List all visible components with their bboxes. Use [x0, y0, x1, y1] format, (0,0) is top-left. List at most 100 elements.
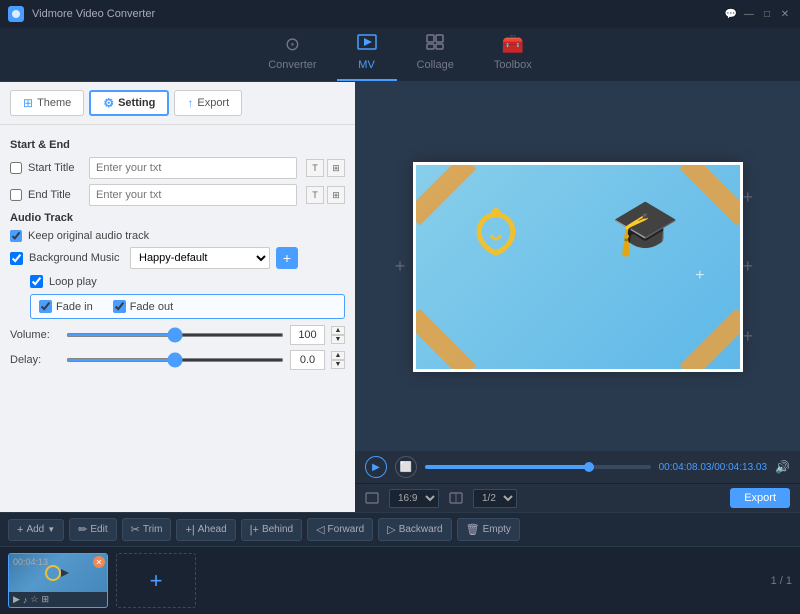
- add-top-button[interactable]: +: [743, 187, 768, 208]
- add-left-button[interactable]: +: [390, 257, 410, 277]
- volume-slider[interactable]: [66, 333, 284, 337]
- timeline-add-button[interactable]: +: [116, 553, 196, 608]
- export-button[interactable]: Export: [730, 488, 790, 508]
- end-title-text-format-icon[interactable]: T: [306, 186, 324, 204]
- start-title-checkbox[interactable]: [10, 162, 22, 174]
- tab-converter[interactable]: ⊙ Converter: [248, 26, 336, 81]
- forward-label: Forward: [328, 524, 365, 535]
- graduation-cap-icon: 🎓: [611, 195, 679, 260]
- sub-tab-setting[interactable]: ⚙ Setting: [89, 90, 169, 116]
- forward-button[interactable]: ◁ Forward: [307, 518, 373, 541]
- fade-in-row: Fade in: [39, 300, 93, 313]
- add-button[interactable]: + Add ▼: [8, 519, 64, 541]
- empty-button[interactable]: 🗑 Empty: [457, 518, 520, 541]
- forward-icon: ◁: [316, 523, 324, 536]
- sub-tabs: ⊞ Theme ⚙ Setting ↑ Export: [0, 82, 355, 125]
- start-title-settings-icon[interactable]: ⊞: [327, 159, 345, 177]
- add-bot-button[interactable]: +: [743, 326, 768, 347]
- tab-mv[interactable]: MV: [337, 26, 397, 81]
- fade-out-checkbox[interactable]: [113, 300, 126, 313]
- time-current: 00:04:08.03: [659, 462, 712, 473]
- volume-label: Volume:: [10, 329, 60, 341]
- resolution-icon: [449, 492, 463, 504]
- sub-tab-export[interactable]: ↑ Export: [174, 90, 242, 116]
- keep-original-checkbox[interactable]: [10, 230, 22, 242]
- tab-mv-label: MV: [358, 59, 375, 71]
- trim-button[interactable]: ✂ Trim: [122, 518, 172, 541]
- timeline-close-button[interactable]: ✕: [93, 556, 105, 568]
- delay-slider[interactable]: [66, 358, 284, 362]
- sub-tab-theme-label: Theme: [37, 97, 71, 109]
- volume-row: Volume: 100 ▲ ▼: [10, 325, 345, 345]
- end-title-checkbox[interactable]: [10, 189, 22, 201]
- timeline-item-1[interactable]: ✕ ▶ ♪ ☆ ⊞ 00:04:13: [8, 553, 108, 608]
- strip-top-right: [679, 165, 739, 225]
- bg-music-row: Background Music Happy-default +: [10, 247, 345, 269]
- progress-thumb: [584, 462, 594, 472]
- audio-track-section: Audio Track Keep original audio track Ba…: [10, 212, 345, 370]
- backward-button[interactable]: ▷ Backward: [378, 518, 451, 541]
- edit-button[interactable]: ✏ Edit: [69, 518, 116, 541]
- ahead-button[interactable]: +| Ahead: [176, 519, 235, 541]
- start-title-row: Start Title T ⊞: [10, 157, 345, 179]
- bg-music-checkbox[interactable]: [10, 252, 23, 265]
- fade-options-box: Fade in Fade out: [30, 294, 345, 319]
- tab-collage[interactable]: Collage: [397, 26, 474, 81]
- time-display: 00:04:08.03/00:04:13.03: [659, 462, 767, 473]
- add-label: Add: [26, 524, 44, 535]
- end-title-icons: T ⊞: [306, 186, 345, 204]
- delay-down-button[interactable]: ▼: [331, 360, 345, 369]
- close-button[interactable]: ✕: [778, 7, 792, 21]
- edit-icon: ✏: [78, 523, 87, 536]
- bg-music-label: Background Music: [29, 252, 124, 264]
- main-layout: ⊞ Theme ⚙ Setting ↑ Export Start & End S…: [0, 82, 800, 512]
- add-music-button[interactable]: +: [276, 247, 298, 269]
- end-title-settings-icon[interactable]: ⊞: [327, 186, 345, 204]
- behind-label: Behind: [262, 524, 293, 535]
- timeline-time: 00:04:13: [13, 557, 48, 567]
- end-title-input[interactable]: [89, 184, 297, 206]
- chat-icon[interactable]: 💬: [724, 7, 738, 21]
- volume-up-button[interactable]: ▲: [331, 326, 345, 335]
- tab-toolbox[interactable]: 🧰 Toolbox: [474, 26, 552, 81]
- empty-label: Empty: [483, 524, 511, 535]
- tab-collage-label: Collage: [417, 59, 454, 71]
- fade-out-row: Fade out: [113, 300, 173, 313]
- progress-fill: [425, 465, 594, 469]
- start-title-input[interactable]: [89, 157, 297, 179]
- add-dropdown-icon[interactable]: ▼: [47, 525, 55, 534]
- titlebar: Vidmore Video Converter 💬 — □ ✕: [0, 0, 800, 28]
- delay-spin: ▲ ▼: [331, 351, 345, 369]
- behind-button[interactable]: |+ Behind: [241, 519, 302, 541]
- fade-in-checkbox[interactable]: [39, 300, 52, 313]
- aspect-ratio-select[interactable]: 16:9 4:3 1:1: [389, 489, 439, 508]
- toolbox-icon: 🧰: [502, 34, 524, 55]
- progress-bar[interactable]: [425, 465, 651, 469]
- keep-original-label: Keep original audio track: [28, 230, 149, 242]
- trim-label: Trim: [143, 524, 163, 535]
- sub-tab-theme[interactable]: ⊞ Theme: [10, 90, 84, 116]
- start-title-icons: T ⊞: [306, 159, 345, 177]
- stop-button[interactable]: ⬜: [395, 456, 417, 478]
- start-title-label: Start Title: [28, 162, 83, 174]
- delay-up-button[interactable]: ▲: [331, 351, 345, 360]
- bg-music-select[interactable]: Happy-default: [130, 247, 270, 269]
- aspect-ratio-icon: [365, 492, 379, 504]
- video-add-icon[interactable]: +: [695, 267, 704, 285]
- start-title-text-format-icon[interactable]: T: [306, 159, 324, 177]
- add-mid-button[interactable]: +: [743, 256, 768, 277]
- end-title-row: End Title T ⊞: [10, 184, 345, 206]
- edit-label: Edit: [90, 524, 107, 535]
- sub-tab-setting-label: Setting: [118, 97, 155, 109]
- play-button[interactable]: ▶: [365, 456, 387, 478]
- volume-icon[interactable]: 🔊: [775, 460, 790, 474]
- minimize-button[interactable]: —: [742, 7, 756, 21]
- volume-spin: ▲ ▼: [331, 326, 345, 344]
- app-icon: [8, 6, 24, 22]
- loop-play-checkbox[interactable]: [30, 275, 43, 288]
- video-frame: 🎓 +: [413, 162, 743, 372]
- resolution-select[interactable]: 1/2 1/1 1/4: [473, 489, 517, 508]
- volume-down-button[interactable]: ▼: [331, 335, 345, 344]
- timeline: ✕ ▶ ♪ ☆ ⊞ 00:04:13 + 1 / 1: [0, 546, 800, 614]
- maximize-button[interactable]: □: [760, 7, 774, 21]
